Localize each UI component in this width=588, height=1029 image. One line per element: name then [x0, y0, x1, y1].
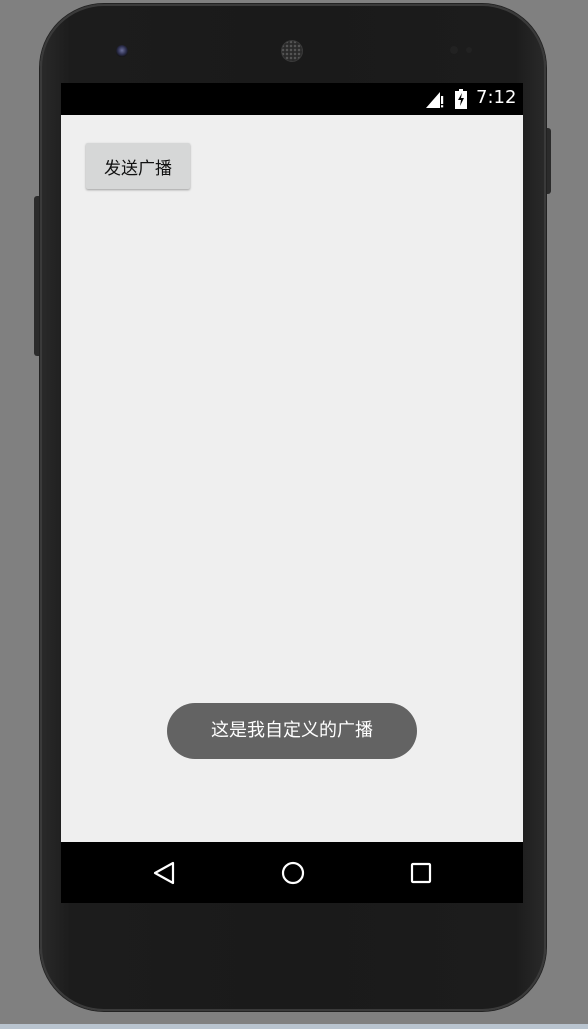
status-clock: 7:12: [476, 87, 517, 108]
phone-screen: 7:12 发送广播 这是我自定义的广播: [61, 83, 523, 903]
app-content: 发送广播 这是我自定义的广播: [61, 115, 523, 842]
navigation-bar: [61, 842, 523, 903]
earpiece-speaker-icon: [281, 40, 303, 62]
send-broadcast-button[interactable]: 发送广播: [86, 143, 190, 189]
battery-charging-icon: [455, 89, 467, 109]
proximity-sensor-icon: [450, 46, 458, 54]
recents-icon[interactable]: [408, 860, 434, 886]
window-bottom-edge: [0, 1024, 588, 1029]
toast-message: 这是我自定义的广播: [167, 703, 417, 759]
back-icon[interactable]: [151, 860, 177, 886]
home-icon[interactable]: [280, 860, 306, 886]
status-bar: 7:12: [61, 83, 523, 115]
emulator-stage: 7:12 发送广播 这是我自定义的广播: [0, 0, 588, 1029]
light-sensor-icon: [466, 47, 472, 53]
front-camera-icon: [116, 45, 128, 57]
cell-signal-icon: [426, 92, 444, 108]
